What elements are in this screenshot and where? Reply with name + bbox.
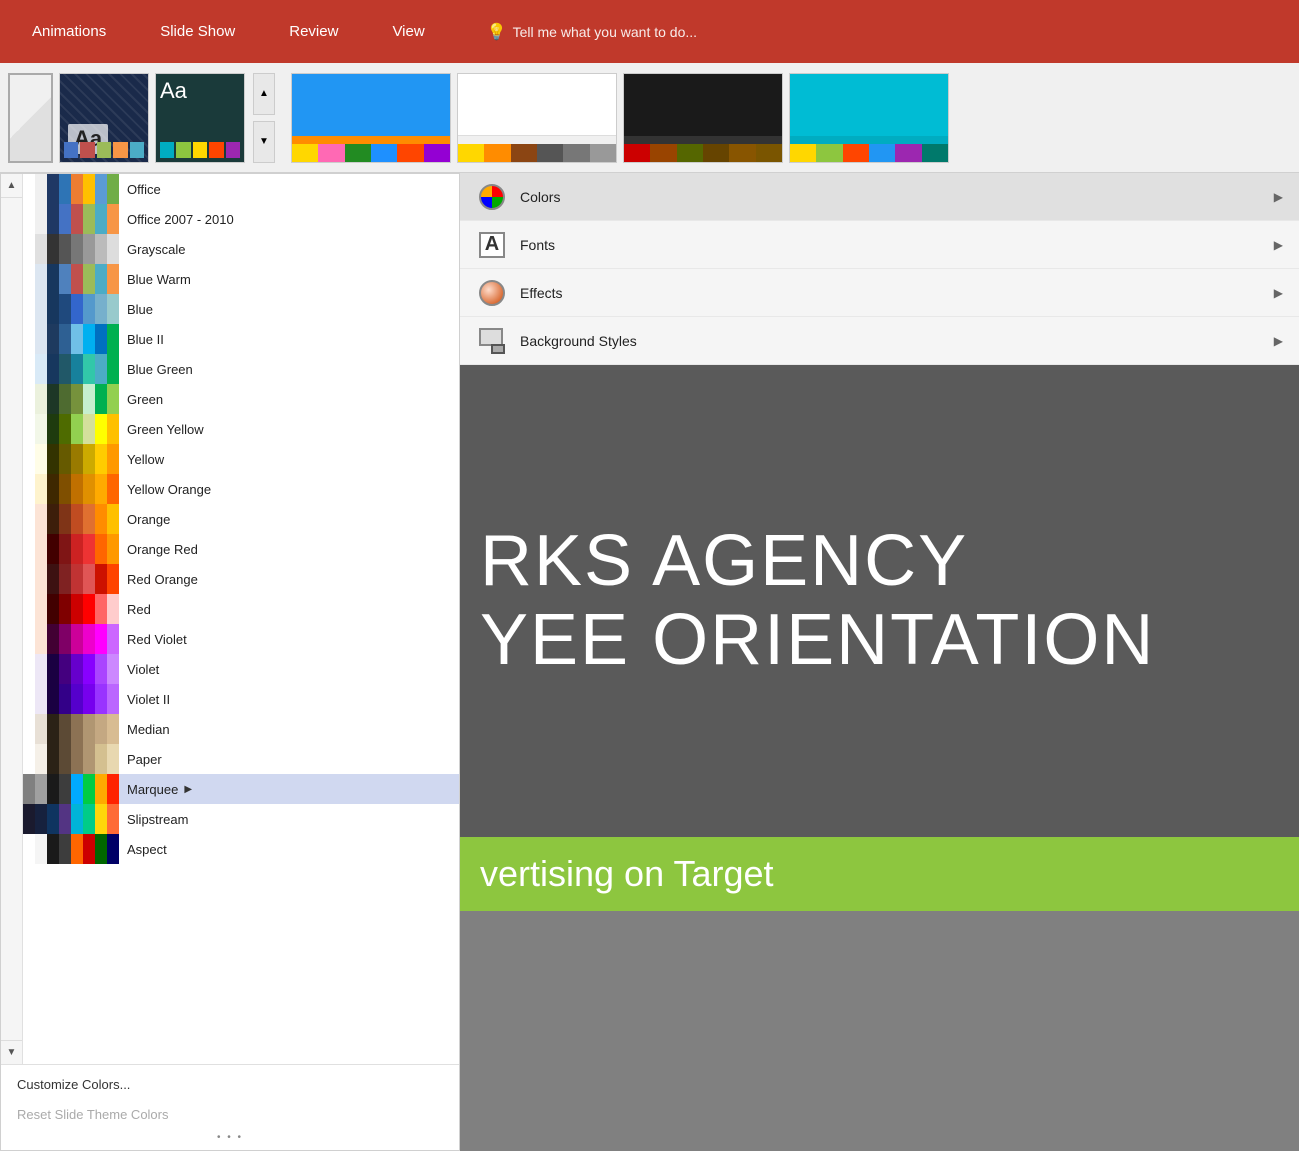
fonts-icon: A [476,229,508,261]
tab-slideshow[interactable]: Slide Show [148,15,247,48]
theme-preview-3[interactable] [623,73,783,163]
tell-me-bar[interactable]: 💡 Tell me what you want to do... [487,22,697,42]
lightbulb-icon: 💡 [487,22,507,42]
effects-arrow-icon: ▶ [1274,286,1283,300]
ribbon-bar: Animations Slide Show Review View 💡 Tell… [0,0,1299,63]
effects-label: Effects [520,285,1262,301]
resize-handle: • • • [1,1129,459,1146]
color-item-aspect[interactable]: Aspect [23,834,459,864]
colors-label: Colors [520,189,1262,205]
scroll-down-button[interactable]: ▼ [253,121,275,163]
color-item-green[interactable]: Green [23,384,459,414]
menu-item-colors[interactable]: Colors ▶ [460,173,1299,221]
color-item-blue[interactable]: Blue [23,294,459,324]
color-name-label: Office [127,182,161,197]
color-name-label: Marquee [127,782,178,797]
color-item-violet-ii[interactable]: Violet II [23,684,459,714]
tab-view[interactable]: View [380,15,436,48]
scroll-arrows: ▲ ▼ [1,174,23,1064]
color-name-label: Red Violet [127,632,187,647]
color-item-red-orange[interactable]: Red Orange [23,564,459,594]
scroll-up-button[interactable]: ▲ [253,73,275,115]
color-item-office[interactable]: Office [23,174,459,204]
theme-preview-4[interactable] [789,73,949,163]
tell-me-text: Tell me what you want to do... [513,24,697,40]
slide-canvas: RKS AGENCY YEE ORIENTATION vertising on … [460,365,1299,1151]
color-name-label: Aspect [127,842,167,857]
color-list-scroll-up[interactable]: ▲ [1,174,22,198]
color-list-scroll-down[interactable]: ▼ [1,1040,22,1064]
color-name-label: Median [127,722,170,737]
color-item-marquee[interactable]: Marquee ▶ [23,774,459,804]
theme-thumb-1[interactable]: Aa [59,73,149,163]
background-arrow-icon: ▶ [1274,334,1283,348]
color-item-red-violet[interactable]: Red Violet [23,624,459,654]
theme-menu: Colors ▶ A Fonts ▶ Effects ▶ [460,173,1299,365]
color-name-label: Blue II [127,332,164,347]
slide-title-line1: RKS AGENCY [480,522,1299,601]
color-name-label: Yellow [127,452,164,467]
color-name-label: Yellow Orange [127,482,211,497]
color-name-label: Blue Warm [127,272,191,287]
color-item-orange-red[interactable]: Orange Red [23,534,459,564]
color-name-label: Violet [127,662,159,677]
color-name-label: Blue Green [127,362,193,377]
color-item-paper[interactable]: Paper [23,744,459,774]
slide-top-bar: RKS AGENCY YEE ORIENTATION [460,365,1299,837]
colors-arrow-icon: ▶ [1274,190,1283,204]
customize-colors-button[interactable]: Customize Colors... [1,1069,459,1099]
color-item-office-2007---2010[interactable]: Office 2007 - 2010 [23,204,459,234]
color-name-label: Green Yellow [127,422,204,437]
color-item-blue-ii[interactable]: Blue II [23,324,459,354]
color-list: Office Office 2007 - 2010 Grayscale Blue Wa… [23,174,459,1064]
color-name-label: Orange [127,512,170,527]
color-item-blue-green[interactable]: Blue Green [23,354,459,384]
color-name-label: Violet II [127,692,170,707]
tab-review[interactable]: Review [277,15,350,48]
slide-title-line2: YEE ORIENTATION [480,601,1299,680]
color-picker-dropdown: ▲ ▼ Office Office 2007 - 2010 Grayscale Blu… [0,173,460,1151]
color-item-orange[interactable]: Orange [23,504,459,534]
menu-item-effects[interactable]: Effects ▶ [460,269,1299,317]
color-item-slipstream[interactable]: Slipstream [23,804,459,834]
background-icon [476,325,508,357]
fonts-label: Fonts [520,237,1262,253]
slide-green-bar: vertising on Target [460,837,1299,911]
color-item-red[interactable]: Red [23,594,459,624]
color-item-violet[interactable]: Violet [23,654,459,684]
color-item-blue-warm[interactable]: Blue Warm [23,264,459,294]
color-item-grayscale[interactable]: Grayscale [23,234,459,264]
theme-preview-2[interactable] [457,73,617,163]
effects-icon [476,277,508,309]
menu-item-fonts[interactable]: A Fonts ▶ [460,221,1299,269]
menu-item-background[interactable]: Background Styles ▶ [460,317,1299,365]
color-name-label: Office 2007 - 2010 [127,212,234,227]
dropdown-footer: Customize Colors... Reset Slide Theme Co… [1,1064,459,1150]
color-item-green-yellow[interactable]: Green Yellow [23,414,459,444]
main-area: ▲ ▼ Office Office 2007 - 2010 Grayscale Blu… [0,173,1299,1151]
color-name-label: Grayscale [127,242,186,257]
theme-thumb-2[interactable]: Aa [155,73,245,163]
color-name-label: Orange Red [127,542,198,557]
color-name-label: Red [127,602,151,617]
color-name-label: Blue [127,302,153,317]
fonts-arrow-icon: ▶ [1274,238,1283,252]
color-item-yellow[interactable]: Yellow [23,444,459,474]
color-item-yellow-orange[interactable]: Yellow Orange [23,474,459,504]
slide-subtitle: vertising on Target [480,853,1279,895]
colors-icon [476,181,508,213]
color-name-label: Red Orange [127,572,198,587]
color-item-median[interactable]: Median [23,714,459,744]
theme-thumb-0[interactable] [8,73,53,163]
reset-theme-colors-button: Reset Slide Theme Colors [1,1099,459,1129]
color-name-label: Green [127,392,163,407]
tab-animations[interactable]: Animations [20,15,118,48]
background-label: Background Styles [520,333,1262,349]
theme-preview-1[interactable] [291,73,451,163]
theme-row: Aa Aa ▲ ▼ [0,63,1299,173]
color-name-label: Slipstream [127,812,188,827]
right-panel: Colors ▶ A Fonts ▶ Effects ▶ [460,173,1299,1151]
color-name-label: Paper [127,752,162,767]
slide-content: RKS AGENCY YEE ORIENTATION vertising on … [460,365,1299,1151]
